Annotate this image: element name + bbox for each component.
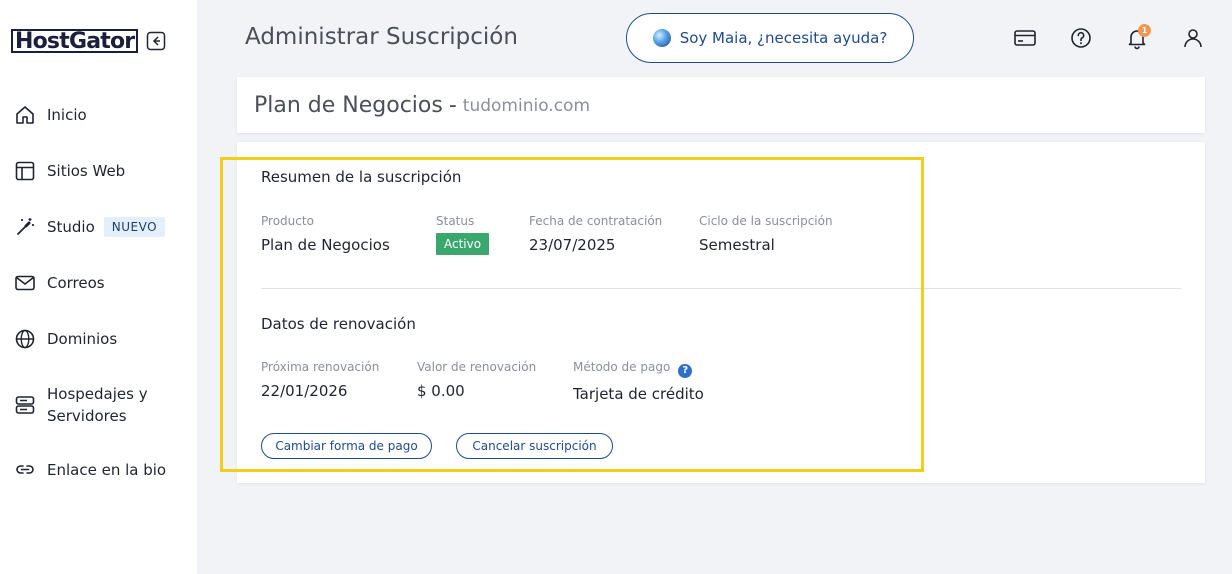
date-label: Fecha de contratación [529,214,663,228]
collapse-sidebar-button[interactable] [146,31,166,51]
sidebar-item-hospedajes[interactable]: Hospedajes y Servidores [13,383,167,427]
top-icons: 1 [1013,24,1205,50]
renewal-amount-field: Valor de renovación $ 0.00 [417,359,536,401]
sidebar-item-dominios[interactable]: Dominios [13,327,117,351]
home-icon [13,103,37,127]
notification-count-badge: 1 [1138,24,1151,37]
logo-row: HostGator [11,29,166,53]
globe-icon [13,327,37,351]
link-icon [13,458,37,482]
sidebar-item-sitios-web[interactable]: Sitios Web [13,159,125,183]
next-renewal-value: 22/01/2026 [261,382,348,400]
sidebar-item-label: Dominios [47,330,118,348]
sidebar-item-label: Inicio [47,106,87,124]
renewal-amount-value: $ 0.00 [417,382,465,400]
next-renewal-field: Próxima renovación 22/01/2026 [261,359,379,401]
maia-assistant-button[interactable]: Soy Maia, ¿necesita ayuda? [626,13,914,63]
cycle-field: Ciclo de la suscripción Semestral [699,213,833,255]
collapse-icon [147,31,166,51]
sidebar: HostGator Inicio Sitios Web Studio NUEVO… [0,0,197,574]
billing-button[interactable] [1013,26,1037,50]
change-payment-button[interactable]: Cambiar forma de pago [261,433,432,459]
account-button[interactable] [1181,26,1205,50]
sidebar-item-label: Correos [47,274,105,292]
user-icon [1184,29,1202,48]
status-label: Status [436,214,475,228]
mail-icon [13,271,37,295]
sidebar-item-enlace-bio[interactable]: Enlace en la bio [13,458,166,482]
sidebar-item-correos[interactable]: Correos [13,271,105,295]
plan-domain: tudominio.com [462,96,591,116]
sidebar-item-studio[interactable]: Studio NUEVO [13,215,166,239]
server-icon [13,393,37,417]
help-icon [1071,28,1091,48]
payment-method-label-row: Método de pago? [573,359,704,378]
sidebar-item-inicio[interactable]: Inicio [13,103,87,127]
section-divider [261,288,1181,289]
sidebar-item-label: Hospedajes y Servidores [47,385,148,425]
sidebar-item-label: Studio [47,218,95,236]
summary-title: Resumen de la suscripción [261,168,462,186]
status-field: Status Activo [436,213,490,255]
plan-name: Plan de Negocios [254,92,443,118]
payment-help-icon[interactable]: ? [678,364,693,378]
plan-header-card: Plan de Negocios - tudominio.com [237,77,1205,133]
next-renewal-label: Próxima renovación [261,360,380,374]
hostgator-logo[interactable]: HostGator [11,29,139,53]
magic-wand-icon [13,215,37,239]
payment-method-field: Método de pago? Tarjeta de crédito [573,359,704,404]
new-badge: NUEVO [103,217,166,237]
date-field: Fecha de contratación 23/07/2025 [529,213,662,255]
cycle-label: Ciclo de la suscripción [699,214,833,228]
payment-method-label: Método de pago [573,360,671,374]
renewal-amount-label: Valor de renovación [417,360,537,374]
date-value: 23/07/2025 [529,236,616,254]
plan-separator: - [448,92,457,118]
status-badge: Activo [436,233,490,255]
renewal-title: Datos de renovación [261,315,416,333]
cycle-value: Semestral [699,236,775,254]
product-value: Plan de Negocios [261,236,390,254]
cancel-subscription-button[interactable]: Cancelar suscripción [456,433,613,459]
payment-method-value: Tarjeta de crédito [573,385,704,403]
help-button[interactable] [1069,26,1093,50]
notifications-button[interactable]: 1 [1125,24,1151,50]
page-title: Administrar Suscripción [245,24,518,50]
maia-orb-icon [652,29,671,47]
sidebar-item-label: Sitios Web [47,162,126,180]
credit-card-icon [1014,30,1036,46]
layout-icon [13,159,37,183]
maia-assistant-label: Soy Maia, ¿necesita ayuda? [679,29,888,47]
product-field: Producto Plan de Negocios [261,213,390,255]
sidebar-item-label: Enlace en la bio [47,461,167,479]
subscription-card [237,142,1205,483]
product-label: Producto [261,214,314,228]
